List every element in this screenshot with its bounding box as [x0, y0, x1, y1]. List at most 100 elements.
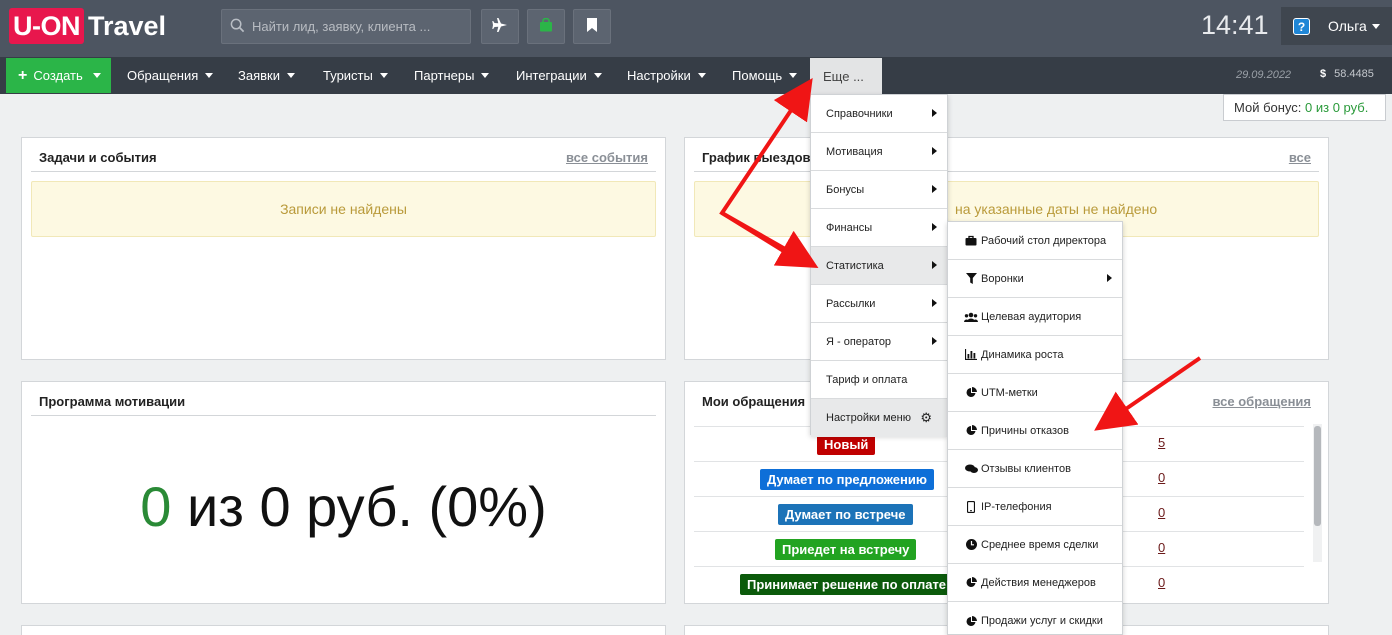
menu-item-refusal-reasons[interactable]: Причины отказов [948, 412, 1122, 450]
nav-label: Туристы [323, 68, 373, 83]
menu-item-manager-actions[interactable]: Действия менеджеров [948, 564, 1122, 602]
menu-label: Тариф и оплата [826, 373, 908, 386]
pie-chart-icon [964, 387, 978, 398]
nav-item-help[interactable]: Помощь [732, 57, 798, 94]
menu-item-statistics[interactable]: Статистика [811, 247, 947, 285]
menu-label: Целевая аудитория [981, 310, 1082, 323]
menu-item-mailings[interactable]: Рассылки [811, 285, 947, 323]
filter-icon [964, 273, 978, 284]
menu-item-growth[interactable]: Динамика роста [948, 336, 1122, 374]
chevron-right-icon [1107, 274, 1112, 282]
menu-item-finance[interactable]: Финансы [811, 209, 947, 247]
all-events-link[interactable]: все события [566, 150, 648, 165]
scrollbar-thumb[interactable] [1314, 426, 1321, 526]
menu-item-sales-discounts[interactable]: Продажи услуг и скидки [948, 602, 1122, 635]
chevron-right-icon [932, 109, 937, 117]
menu-label: Рассылки [826, 297, 876, 310]
clock: 14:41 [1201, 10, 1269, 40]
chevron-right-icon [932, 299, 937, 307]
menu-label: Действия менеджеров [981, 576, 1096, 589]
search-icon [222, 18, 252, 36]
empty-message: Записи не найдены [31, 181, 656, 237]
bottom-panel-left [21, 625, 666, 635]
count-link[interactable]: 0 [1158, 470, 1165, 485]
bonus-value: 0 из 0 руб. [1305, 100, 1369, 115]
menu-item-ip-telephony[interactable]: IP-телефония [948, 488, 1122, 526]
menu-item-avg-deal-time[interactable]: Среднее время сделки [948, 526, 1122, 564]
pie-chart-icon [964, 577, 978, 588]
panel-title: Мои обращения [702, 394, 806, 409]
status-badge[interactable]: Принимает решение по оплате [740, 574, 954, 595]
menu-item-utm[interactable]: UTM-метки [948, 374, 1122, 412]
search-box[interactable] [221, 9, 471, 44]
airplane-icon [492, 17, 508, 36]
exchange-rate: $58.4485 [1320, 68, 1374, 80]
menu-item-motivation[interactable]: Мотивация [811, 133, 947, 171]
nav-item-orders[interactable]: Заявки [238, 57, 295, 94]
menu-label: Статистика [826, 259, 884, 272]
flights-button[interactable] [481, 9, 519, 44]
menu-label: Бонусы [826, 183, 865, 196]
status-badge[interactable]: Думает по предложению [760, 469, 934, 490]
count-link[interactable]: 5 [1158, 435, 1165, 450]
bookmark-button[interactable] [573, 9, 611, 44]
chevron-right-icon [932, 261, 937, 269]
more-menu: Справочники Мотивация Бонусы Финансы Ста… [810, 94, 948, 437]
create-button[interactable]: + Создать [6, 58, 111, 93]
menu-item-operator[interactable]: Я - оператор [811, 323, 947, 361]
nav-item-more[interactable]: Еще ... [810, 58, 882, 94]
nav-item-settings[interactable]: Настройки [627, 57, 706, 94]
pie-chart-icon [964, 615, 978, 627]
menu-item-tariff[interactable]: Тариф и оплата [811, 361, 947, 399]
menu-item-menu-settings[interactable]: Настройки меню ⚙ [811, 399, 947, 437]
count-link[interactable]: 0 [1158, 540, 1165, 555]
menu-label: Мотивация [826, 145, 883, 158]
nav-item-partners[interactable]: Партнеры [414, 57, 490, 94]
chevron-down-icon [205, 73, 214, 78]
nav-item-requests[interactable]: Обращения [127, 57, 214, 94]
menu-item-funnels[interactable]: Воронки [948, 260, 1122, 298]
status-badge[interactable]: Думает по встрече [778, 504, 913, 525]
bag-button[interactable] [527, 9, 565, 44]
chevron-down-icon [789, 73, 798, 78]
panel-title: Программа мотивации [39, 394, 186, 409]
menu-item-reviews[interactable]: Отзывы клиентов [948, 450, 1122, 488]
motivation-panel: Программа мотивации 0 из 0 руб. (0%) [21, 381, 666, 604]
motivation-current: 0 [140, 475, 172, 538]
statistics-menu: Рабочий стол директора Воронки Целевая а… [947, 221, 1123, 635]
menu-label: Справочники [826, 107, 893, 120]
divider [31, 171, 656, 172]
search-input[interactable] [252, 19, 462, 34]
menu-item-directories[interactable]: Справочники [811, 95, 947, 133]
chevron-down-icon [697, 73, 706, 78]
nav-item-integrations[interactable]: Интеграции [516, 57, 602, 94]
briefcase-icon [964, 235, 978, 246]
scrollbar[interactable] [1313, 424, 1322, 562]
users-icon [964, 312, 978, 322]
chevron-down-icon [1371, 23, 1380, 29]
top-bar: U-ON Travel 14:41 ? Ольга [0, 0, 1392, 57]
user-menu[interactable]: ? Ольга [1281, 7, 1392, 45]
menu-label: Настройки меню [826, 412, 911, 424]
status-badge[interactable]: Новый [817, 434, 876, 455]
all-trips-link[interactable]: все [1289, 150, 1311, 165]
logo-mark: U-ON [9, 8, 84, 44]
logo[interactable]: U-ON Travel [9, 8, 166, 44]
status-badge[interactable]: Приедет на встречу [775, 539, 917, 560]
chevron-down-icon [286, 73, 295, 78]
all-requests-link[interactable]: все обращения [1212, 394, 1311, 409]
nav-item-tourists[interactable]: Туристы [323, 57, 388, 94]
menu-label: Причины отказов [981, 424, 1069, 437]
divider [31, 415, 656, 416]
count-link[interactable]: 0 [1158, 575, 1165, 590]
menu-item-bonuses[interactable]: Бонусы [811, 171, 947, 209]
logo-text: Travel [88, 11, 167, 41]
chevron-right-icon [932, 185, 937, 193]
help-icon[interactable]: ? [1293, 17, 1310, 35]
plus-icon: + [18, 66, 28, 84]
menu-item-director-desk[interactable]: Рабочий стол директора [948, 222, 1122, 260]
menu-item-audience[interactable]: Целевая аудитория [948, 298, 1122, 336]
count-link[interactable]: 0 [1158, 505, 1165, 520]
nav-label: Настройки [627, 68, 691, 83]
comments-icon [964, 464, 978, 474]
